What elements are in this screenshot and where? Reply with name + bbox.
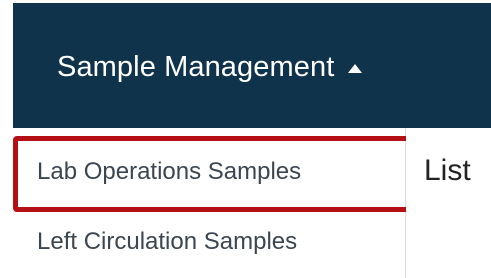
- list-heading: List: [424, 154, 471, 187]
- dropdown-item-left-circulation-samples[interactable]: Left Circulation Samples: [37, 230, 297, 254]
- sample-management-label: Sample Management: [57, 51, 335, 83]
- main-content-area: List: [406, 128, 491, 278]
- sample-management-menu[interactable]: Sample Management: [57, 51, 363, 83]
- caret-up-icon: [348, 64, 363, 73]
- dropdown-divider: [13, 211, 406, 212]
- sample-management-dropdown: Lab Operations Samples Left Circulation …: [13, 128, 406, 278]
- top-navigation-bar: Sample Management: [13, 3, 491, 128]
- dropdown-item-lab-operations-samples[interactable]: Lab Operations Samples: [37, 160, 301, 184]
